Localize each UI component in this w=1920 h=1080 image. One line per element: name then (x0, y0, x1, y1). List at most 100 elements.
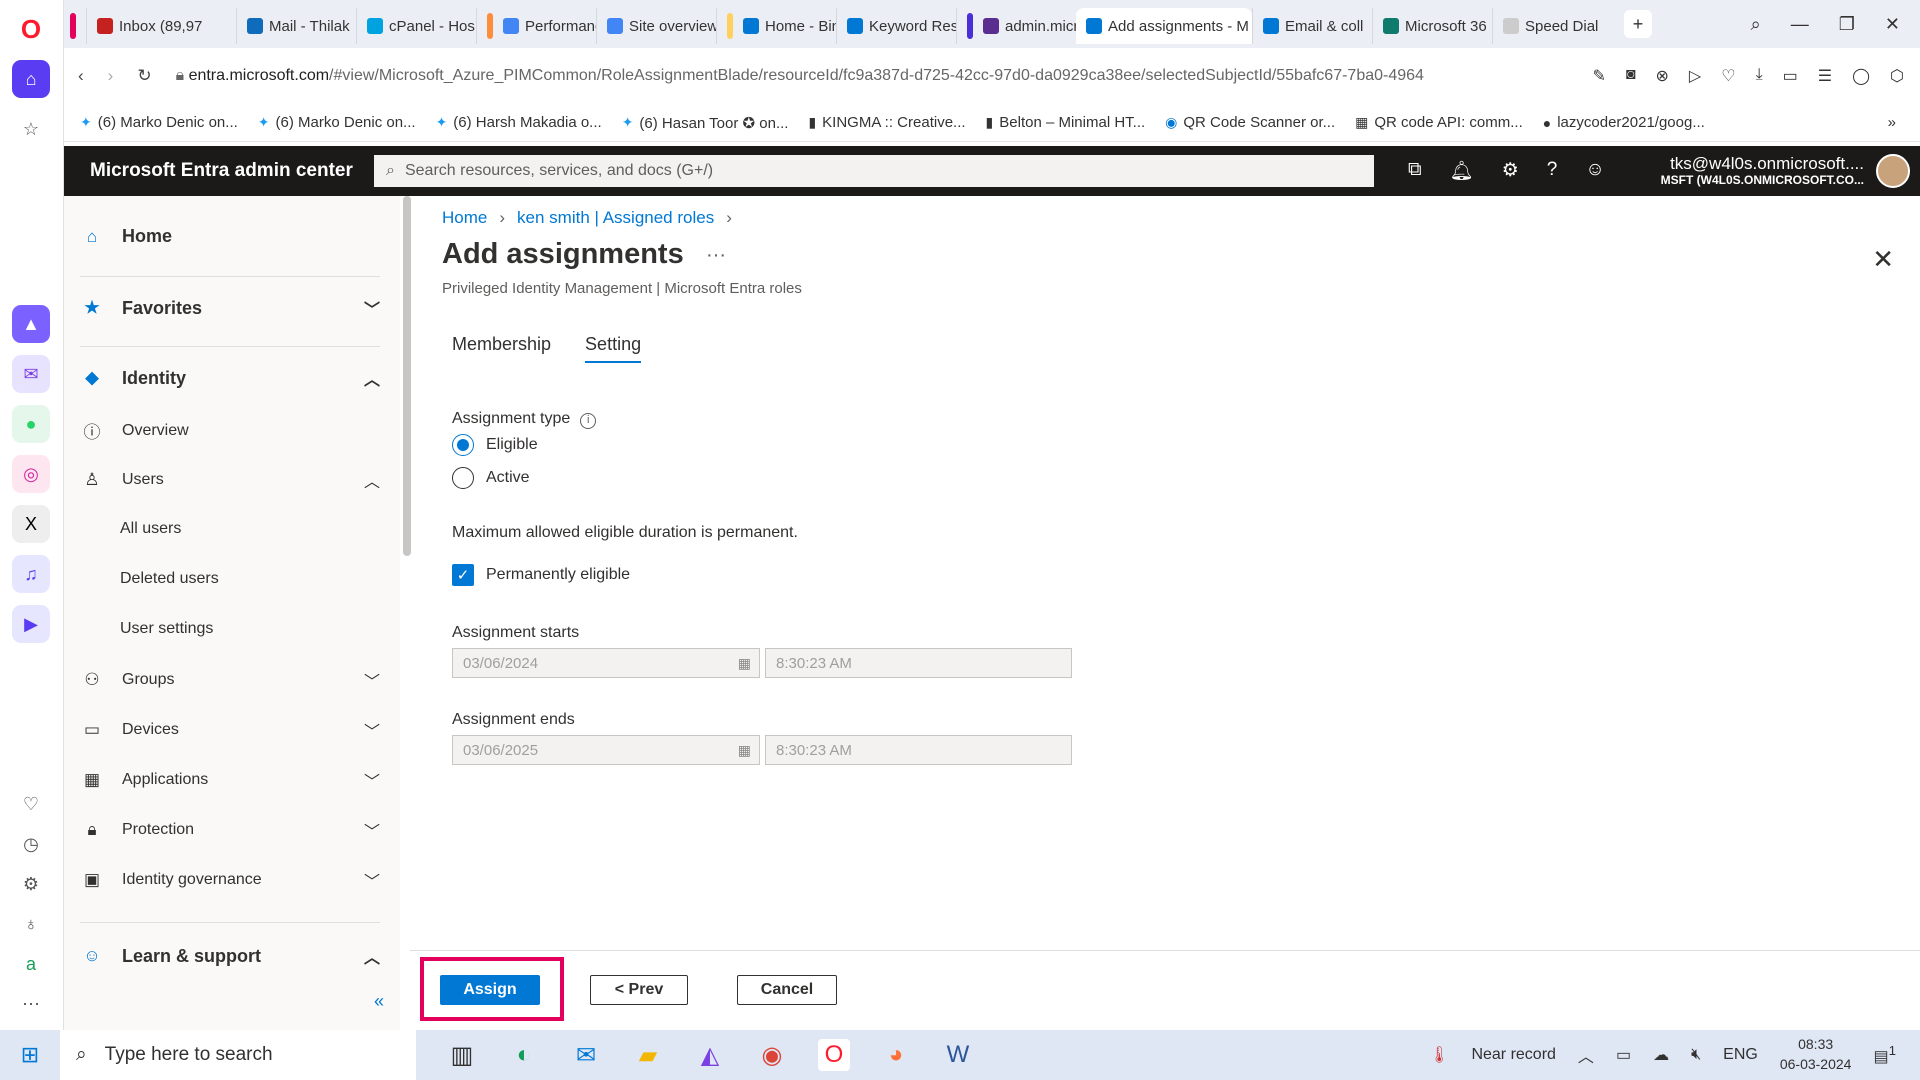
download-icon[interactable]: ⤓ (1756, 66, 1763, 86)
tab-site-overview[interactable]: Site overview (596, 8, 716, 44)
word-icon[interactable]: W (942, 1039, 974, 1071)
lightbulb-icon[interactable]: ♁ (12, 905, 50, 943)
bookmark-item[interactable]: ✦ (6) Marko Denic on... (80, 114, 238, 131)
camera-icon[interactable]: ◙ (1626, 66, 1636, 86)
avatar[interactable] (1876, 154, 1910, 188)
tab-cpanel[interactable]: cPanel - Hos (356, 8, 476, 44)
tab-bing[interactable]: Home - Bing (716, 8, 836, 44)
tab-membership[interactable]: Membership (452, 334, 551, 363)
radio-eligible[interactable]: Eligible (452, 434, 538, 456)
nav-favorites[interactable]: ★ Favorites ﹀ (80, 296, 380, 320)
battery-icon[interactable]: ▭ (1616, 1045, 1631, 1065)
checkmark-icon[interactable]: ✓ (452, 564, 474, 586)
nav-all-users[interactable]: All users (120, 520, 181, 538)
nav-home[interactable]: ⌂ Home (80, 226, 380, 247)
tab-speed-dial[interactable]: Speed Dial (1492, 8, 1612, 44)
home-icon[interactable]: ⌂ (12, 60, 50, 98)
easy-setup-icon[interactable]: ☰ (1818, 66, 1832, 86)
notifications-icon[interactable]: 🔔︎ (1450, 159, 1474, 183)
tab-admin[interactable]: admin.micro (956, 8, 1076, 44)
history-icon[interactable]: ◷ (12, 825, 50, 863)
nav-deleted-users[interactable]: Deleted users (120, 570, 219, 588)
weather-status[interactable]: Near record (1471, 1046, 1555, 1064)
forward-icon[interactable]: › (108, 66, 114, 86)
minimize-icon[interactable]: — (1791, 14, 1809, 35)
close-icon[interactable]: ✕ (1872, 244, 1894, 275)
nav-protection[interactable]: 🔒︎ Protection ﹀ (80, 818, 380, 842)
nav-users[interactable]: ♙ Users ︿ (80, 468, 380, 492)
url-field[interactable]: 🔒︎ entra.microsoft.com/#view/Microsoft_A… (176, 67, 1436, 85)
task-view-icon[interactable]: ▥ (446, 1039, 478, 1071)
portal-brand[interactable]: Microsoft Entra admin center (64, 160, 374, 182)
heart-icon[interactable]: ♡ (1721, 66, 1735, 86)
bookmark-item[interactable]: ✦ (6) Harsh Makadia o... (436, 114, 602, 131)
settings-icon[interactable]: ⚙ (12, 865, 50, 903)
nav-groups[interactable]: ⚇ Groups ﹀ (80, 668, 380, 692)
bookmark-item[interactable]: ✦ (6) Marko Denic on... (258, 114, 416, 131)
cancel-button[interactable]: Cancel (737, 975, 837, 1005)
more-bookmarks-icon[interactable]: » (1888, 114, 1920, 131)
more-options-icon[interactable]: ··· (706, 244, 726, 267)
language-indicator[interactable]: ENG (1723, 1046, 1758, 1064)
edge-icon[interactable]: ◐ (508, 1039, 540, 1071)
close-window-icon[interactable]: ✕ (1885, 14, 1900, 35)
messenger-icon[interactable]: ✉ (12, 355, 50, 393)
tab-performance[interactable]: Performance (476, 8, 596, 44)
network-icon[interactable]: ☁ (1653, 1045, 1669, 1065)
feedback-icon[interactable]: ☺ (1585, 159, 1604, 183)
radio-active[interactable]: Active (452, 467, 530, 489)
battery-icon[interactable]: ▭ (1783, 66, 1798, 86)
tab-email-collab[interactable]: Email & coll (1252, 8, 1372, 44)
chrome-icon[interactable]: ◉ (756, 1039, 788, 1071)
aria-a-icon[interactable]: a (12, 945, 50, 983)
tab-add-assignments[interactable]: Add assignments - M (1076, 8, 1252, 44)
clock[interactable]: 08:33 06-03-2024 (1780, 1035, 1852, 1074)
nav-identity-governance[interactable]: ▣ Identity governance ﹀ (80, 868, 380, 892)
permanently-eligible-checkbox[interactable]: ✓ Permanently eligible (452, 564, 630, 586)
chevron-up-icon[interactable]: ︿ (1578, 1043, 1594, 1067)
global-search-input[interactable]: ⌕ Search resources, services, and docs (… (374, 155, 1374, 187)
star-icon[interactable]: ☆ (12, 110, 50, 148)
tab-setting[interactable]: Setting (585, 334, 642, 363)
instagram-icon[interactable]: ◎ (12, 455, 50, 493)
bookmark-item[interactable]: ▦ QR code API: comm... (1355, 114, 1523, 131)
nav-identity[interactable]: ◆ Identity ︿ (80, 366, 380, 390)
music-icon[interactable]: ♫ (12, 555, 50, 593)
end-time-input[interactable]: 8:30:23 AM (765, 735, 1072, 765)
adblock-icon[interactable]: ⊗ (1656, 66, 1669, 86)
extensions-icon[interactable]: ⬡ (1890, 66, 1904, 86)
taskbar-search[interactable]: ⌕ Type here to search (60, 1030, 416, 1080)
firefox-icon[interactable]: ◕ (880, 1039, 912, 1071)
info-icon[interactable]: i (580, 413, 597, 429)
tab-gmail[interactable]: Inbox (89,97 (86, 8, 236, 44)
heart-icon[interactable]: ♡ (12, 785, 50, 823)
start-time-input[interactable]: 8:30:23 AM (765, 648, 1072, 678)
windows-start-icon[interactable]: ⊞ (0, 1042, 60, 1068)
assign-button[interactable]: Assign (440, 975, 540, 1005)
tab-outlook[interactable]: Mail - Thilak (236, 8, 356, 44)
profile-icon[interactable]: ◯ (1852, 66, 1870, 86)
nav-overview[interactable]: ⓘ Overview (80, 418, 380, 443)
help-icon[interactable]: ? (1547, 159, 1558, 183)
new-tab-button[interactable]: + (1624, 10, 1652, 38)
opera-logo-icon[interactable]: O (12, 10, 50, 48)
radio-button[interactable] (452, 467, 474, 489)
back-icon[interactable]: ‹ (78, 66, 84, 86)
end-date-input[interactable]: 03/06/2025 ▦ (452, 735, 760, 765)
start-date-input[interactable]: 03/06/2024 ▦ (452, 648, 760, 678)
reload-icon[interactable]: ↻ (137, 66, 151, 86)
restore-icon[interactable]: ❐ (1839, 14, 1855, 35)
volume-muted-icon[interactable]: 🔇︎ (1691, 1046, 1701, 1064)
more-icon[interactable]: ⋯ (12, 985, 50, 1023)
nav-applications[interactable]: ▦ Applications ﹀ (80, 768, 380, 792)
nav-learn-support[interactable]: ☺ Learn & support ︿ (80, 944, 380, 968)
send-icon[interactable]: ▷ (1689, 66, 1701, 86)
aria-icon[interactable]: ▲ (12, 305, 50, 343)
prev-button[interactable]: < Prev (590, 975, 688, 1005)
opera-icon[interactable]: O (818, 1039, 850, 1071)
player-icon[interactable]: ▶ (12, 605, 50, 643)
bookmark-item[interactable]: ▮ KINGMA :: Creative... (808, 114, 965, 131)
x-icon[interactable]: X (12, 505, 50, 543)
calendar-icon[interactable]: ▦ (738, 655, 751, 672)
bookmark-item[interactable]: ◉ QR Code Scanner or... (1165, 114, 1335, 131)
